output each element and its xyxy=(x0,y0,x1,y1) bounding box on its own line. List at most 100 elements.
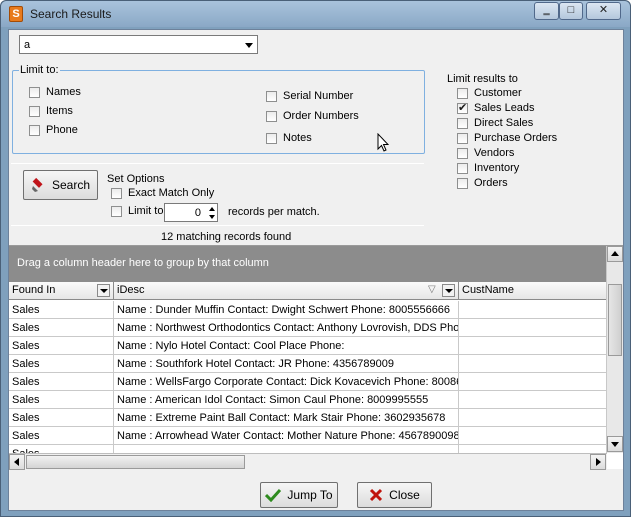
stepper-up-icon[interactable] xyxy=(209,207,215,211)
group-by-panel[interactable]: Drag a column header here to group by th… xyxy=(9,246,607,282)
arrow-down-icon xyxy=(611,442,619,447)
maximize-icon: □ xyxy=(567,4,575,16)
divider xyxy=(11,163,424,164)
checkbox-exact-match[interactable]: Exact Match Only xyxy=(111,187,214,199)
close-window-button[interactable]: ✕ xyxy=(586,2,621,20)
table-row[interactable]: Sales Name : Arrowhead Water Contact: Mot… xyxy=(9,427,607,445)
cell-found-in: Sales xyxy=(9,373,114,391)
cell-custname xyxy=(459,445,607,453)
cell-desc: Name : Extreme Paint Ball Contact: Mark … xyxy=(114,409,459,427)
scroll-up-button[interactable] xyxy=(607,246,623,262)
checkbox-notes[interactable]: Notes xyxy=(266,132,312,144)
checkbox-purchase-orders[interactable]: Purchase Orders xyxy=(457,132,557,144)
checkbox-label: Orders xyxy=(474,177,508,189)
column-label: Found In xyxy=(12,284,56,296)
cell-custname xyxy=(459,427,607,445)
scroll-left-button[interactable] xyxy=(9,454,25,470)
table-row[interactable]: Sales Name : WellsFargo Corporate Contact… xyxy=(9,373,607,391)
cell-desc: Name : Dunder Muffin Contact: Dwight Sch… xyxy=(114,301,459,319)
table-row[interactable]: Sales Name : Extreme Paint Ball Contact: … xyxy=(9,409,607,427)
checkbox-limit-to[interactable]: Limit to xyxy=(111,205,163,217)
checkbox-items[interactable]: Items xyxy=(29,105,73,117)
scroll-down-button[interactable] xyxy=(607,436,623,452)
cell-desc: Name : Northwest Orthodontics Contact: A… xyxy=(114,319,459,337)
checkbox-box[interactable] xyxy=(111,205,122,217)
search-combo[interactable]: a xyxy=(19,35,258,54)
horizontal-scrollbar[interactable] xyxy=(9,453,607,470)
table-row[interactable]: Sales xyxy=(9,445,607,453)
column-label: iDesc xyxy=(117,284,145,296)
records-stepper[interactable]: 0 xyxy=(164,203,218,222)
checkbox-box[interactable] xyxy=(111,187,122,199)
checkbox-label: Sales Leads xyxy=(474,102,535,114)
records-suffix: records per match. xyxy=(228,206,320,218)
cell-found-in: Sales xyxy=(9,427,114,445)
cell-custname xyxy=(459,337,607,355)
filter-dropdown-icon[interactable] xyxy=(442,284,455,297)
jump-to-label: Jump To xyxy=(287,488,333,502)
checkbox-box[interactable] xyxy=(457,132,468,144)
checkbox-label: Phone xyxy=(46,124,78,136)
checkbox-box[interactable] xyxy=(457,117,468,129)
search-button[interactable]: Search xyxy=(23,170,98,200)
close-icon: ✕ xyxy=(598,4,609,16)
checkbox-box[interactable] xyxy=(457,147,468,159)
checkbox-sales-leads[interactable]: Sales Leads xyxy=(457,101,535,114)
cell-desc: Name : WellsFargo Corporate Contact: Dic… xyxy=(114,373,459,391)
checkbox-box-checked[interactable] xyxy=(457,101,468,114)
checkbox-box[interactable] xyxy=(29,124,40,136)
cell-custname xyxy=(459,373,607,391)
vertical-scroll-thumb[interactable] xyxy=(608,284,622,356)
vertical-scrollbar[interactable] xyxy=(606,246,623,453)
checkbox-order-numbers[interactable]: Order Numbers xyxy=(266,110,359,122)
checkbox-box[interactable] xyxy=(266,110,277,122)
minimize-button[interactable]: ‗ xyxy=(534,2,559,20)
checkbox-label: Purchase Orders xyxy=(474,132,558,144)
checkbox-names[interactable]: Names xyxy=(29,86,81,98)
minimize-icon: ‗ xyxy=(543,4,550,16)
checkbox-orders[interactable]: Orders xyxy=(457,177,508,189)
column-header-idesc[interactable]: iDesc xyxy=(114,282,459,300)
checkbox-box[interactable] xyxy=(29,105,40,117)
checkbox-box[interactable] xyxy=(266,90,277,102)
flashlight-icon xyxy=(31,177,43,192)
cell-found-in: Sales xyxy=(9,337,114,355)
table-row[interactable]: Sales Name : Dunder Muffin Contact: Dwigh… xyxy=(9,301,607,319)
column-header-custname[interactable]: CustName xyxy=(459,282,607,300)
checkbox-box[interactable] xyxy=(457,162,468,174)
jump-to-button[interactable]: Jump To xyxy=(260,482,338,508)
checkbox-phone[interactable]: Phone xyxy=(29,124,78,136)
cell-desc: Name : Arrowhead Water Contact: Mother N… xyxy=(114,427,459,445)
checkbox-label: Limit to xyxy=(128,205,164,217)
table-row[interactable]: Sales Name : Southfork Hotel Contact: JR … xyxy=(9,355,607,373)
checkbox-box[interactable] xyxy=(457,87,468,99)
set-options-title: Set Options xyxy=(107,173,165,185)
scroll-right-button[interactable] xyxy=(590,454,606,470)
checkbox-customer[interactable]: Customer xyxy=(457,87,522,99)
maximize-button[interactable]: □ xyxy=(559,2,583,20)
filter-dropdown-icon[interactable] xyxy=(97,284,110,297)
title-bar[interactable]: S Search Results ‗ □ ✕ xyxy=(1,1,630,27)
cell-desc: Name : Nylo Hotel Contact: Cool Place Ph… xyxy=(114,337,459,355)
limit-to-group: Limit to: Names Items Phone Serial Numbe… xyxy=(12,64,425,154)
checkbox-box[interactable] xyxy=(29,86,40,98)
close-button[interactable]: Close xyxy=(357,482,432,508)
table-row[interactable]: Sales Name : Nylo Hotel Contact: Cool Pla… xyxy=(9,337,607,355)
horizontal-scroll-thumb[interactable] xyxy=(26,455,245,469)
limit-results-title: Limit results to xyxy=(447,73,518,85)
table-row[interactable]: Sales Name : Northwest Orthodontics Conta… xyxy=(9,319,607,337)
checkbox-box[interactable] xyxy=(457,177,468,189)
checkbox-vendors[interactable]: Vendors xyxy=(457,147,514,159)
checkbox-direct-sales[interactable]: Direct Sales xyxy=(457,117,533,129)
sort-descending-icon[interactable]: ▽ xyxy=(428,284,436,295)
cell-found-in: Sales xyxy=(9,445,114,453)
checkbox-serial-number[interactable]: Serial Number xyxy=(266,90,353,102)
stepper-down-icon[interactable] xyxy=(209,215,215,219)
cell-custname xyxy=(459,355,607,373)
checkbox-inventory[interactable]: Inventory xyxy=(457,162,519,174)
table-row[interactable]: Sales Name : American Idol Contact: Simon… xyxy=(9,391,607,409)
checkbox-box[interactable] xyxy=(266,132,277,144)
cell-found-in: Sales xyxy=(9,319,114,337)
chevron-down-icon[interactable] xyxy=(245,43,253,48)
checkbox-label: Direct Sales xyxy=(474,117,534,129)
